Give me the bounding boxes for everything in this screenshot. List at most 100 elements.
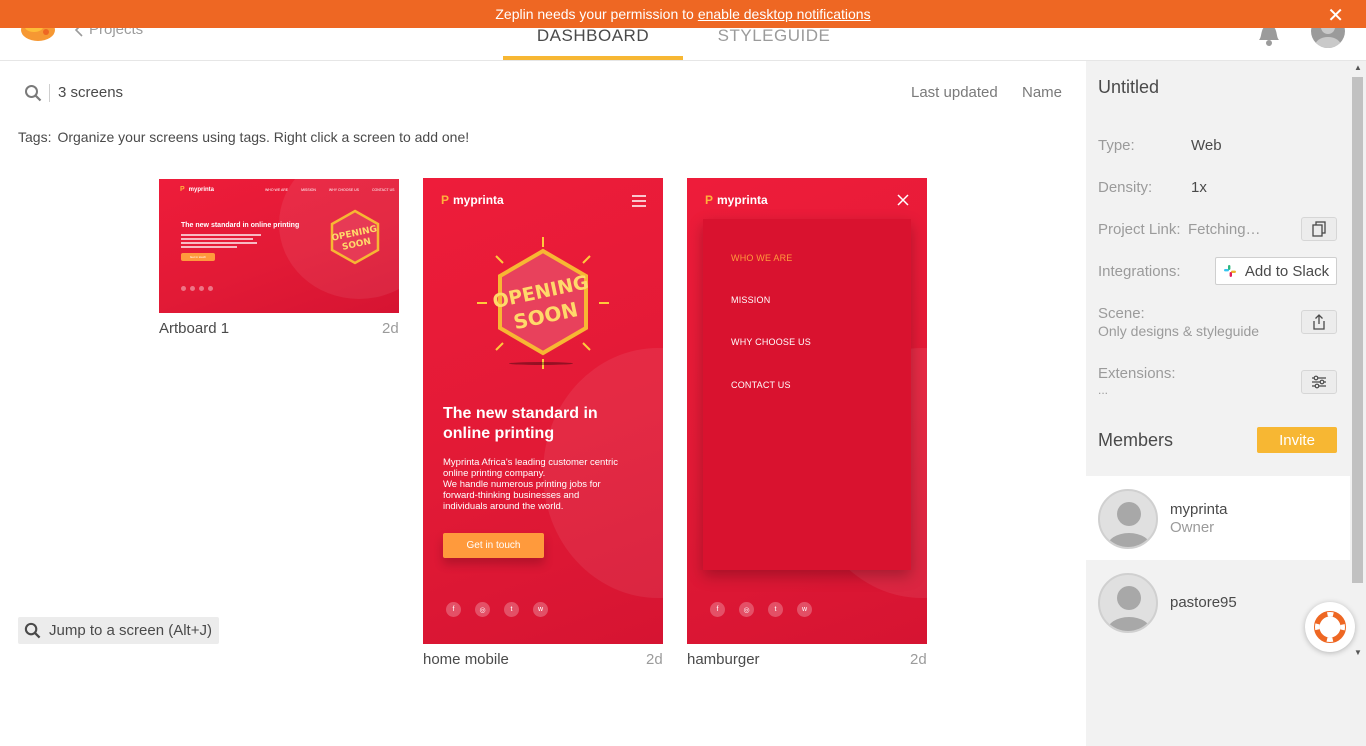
invite-button[interactable]: Invite [1257, 427, 1337, 453]
density-label: Density: [1098, 179, 1153, 196]
design-hero-text-lines [181, 234, 261, 248]
sort-last-updated[interactable]: Last updated [911, 84, 998, 101]
decorative-blob [543, 348, 663, 598]
share-button[interactable] [1301, 310, 1337, 334]
design-brand-logo: Pmyprinta [705, 193, 768, 207]
design-menu-why-choose-us: WHY CHOOSE US [731, 337, 811, 347]
screen-thumbnail-artboard-1[interactable]: Pmyprinta WHO WE ARE MISSION WHY CHOOSE US… [159, 179, 399, 313]
share-icon [1313, 314, 1325, 330]
design-menu-mission: MISSION [731, 295, 771, 305]
scene-label: Scene: [1098, 305, 1145, 322]
slack-icon [1223, 265, 1236, 277]
badge-shadow [509, 362, 573, 365]
add-to-slack-button[interactable]: Add to Slack [1215, 257, 1337, 285]
tab-dashboard[interactable]: DASHBOARD [503, 26, 683, 60]
user-silhouette-icon [1107, 502, 1151, 547]
twitter-icon: t [768, 602, 783, 617]
project-link-label: Project Link: [1098, 221, 1181, 238]
type-label: Type: [1098, 137, 1135, 154]
design-hero-title: The new standard in online printing [181, 222, 300, 229]
tab-styleguide[interactable]: STYLEGUIDE [684, 26, 864, 60]
avatar [1098, 573, 1158, 633]
design-brand-logo: Pmyprinta [441, 193, 504, 207]
opening-soon-badge: OPENING SOON [477, 237, 609, 369]
design-menu-who-we-are: WHO WE ARE [731, 253, 793, 263]
extensions-label: Extensions: [1098, 365, 1176, 382]
enable-notifications-link[interactable]: enable desktop notifications [698, 6, 871, 22]
density-value: 1x [1191, 179, 1207, 196]
screen-count: 3 screens [58, 84, 124, 101]
search-icon[interactable] [24, 84, 42, 102]
search-icon [24, 622, 41, 639]
member-role: Owner [1170, 519, 1215, 536]
user-silhouette-icon [1107, 586, 1151, 631]
members-title: Members [1098, 430, 1174, 450]
screen-thumbnail-home-mobile[interactable]: Pmyprinta OPENING SOON The new standard … [423, 178, 663, 644]
tags-bar: Tags: Organize your screens using tags. R… [18, 129, 469, 145]
sort-name[interactable]: Name [1022, 84, 1062, 101]
design-hero-body-3: We handle numerous printing jobs for [443, 479, 601, 490]
design-hero-body-5: individuals around the world. [443, 501, 564, 512]
design-nav: WHO WE ARE MISSION WHY CHOOSE US CONTACT US [265, 188, 395, 192]
close-icon[interactable]: ✕ [1327, 3, 1344, 28]
design-socials: f ◎ t w [446, 602, 548, 617]
opening-soon-badge: OPENING SOON [331, 209, 380, 265]
screen-updated-home-mobile: 2d [646, 651, 663, 668]
screen-updated-hamburger: 2d [910, 651, 927, 668]
avatar [1098, 489, 1158, 549]
instagram-icon: ◎ [475, 602, 490, 617]
tags-label: Tags: [18, 129, 52, 145]
design-hero-title-line-2: online printing [443, 425, 555, 442]
member-name: pastore95 [1170, 594, 1237, 611]
screen-name-hamburger[interactable]: hamburger [687, 651, 760, 668]
design-brand-logo: Pmyprinta [180, 186, 215, 193]
design-cta-button: Get in touch [443, 533, 544, 558]
type-value: Web [1191, 137, 1222, 154]
scroll-down-icon[interactable]: ▼ [1354, 648, 1362, 657]
extensions-value: ... [1098, 383, 1109, 397]
design-menu-contact-us: CONTACT US [731, 380, 791, 390]
slack-button-label: Add to Slack [1244, 262, 1330, 280]
screen-updated-artboard-1: 2d [382, 320, 399, 337]
copy-icon [1312, 221, 1326, 237]
close-menu-icon [897, 194, 909, 206]
facebook-icon: f [710, 602, 725, 617]
toolbar-divider [49, 84, 50, 102]
design-hero-title-line-1: The new standard in [443, 405, 598, 422]
notification-text: Zeplin needs your permission to [495, 6, 694, 22]
design-socials [181, 286, 213, 291]
jump-label: Jump to a screen (Alt+J) [49, 622, 212, 639]
extensions-settings-button[interactable] [1301, 370, 1337, 394]
help-lifebuoy-button[interactable] [1305, 602, 1355, 652]
design-cta-button: Get in touch [181, 253, 215, 261]
copy-link-button[interactable] [1301, 217, 1337, 241]
screen-name-home-mobile[interactable]: home mobile [423, 651, 509, 668]
whatsapp-icon: w [533, 602, 548, 617]
facebook-icon: f [446, 602, 461, 617]
sidebar-scrollbar[interactable]: ▲ ▼ [1350, 61, 1366, 746]
design-socials: f ◎ t w [710, 602, 812, 617]
design-hero-body-4: forward-thinking businesses and [443, 490, 580, 501]
tags-hint: Organize your screens using tags. Right … [57, 129, 470, 145]
twitter-icon: t [504, 602, 519, 617]
project-title[interactable]: Untitled [1098, 77, 1159, 98]
screen-name-artboard-1[interactable]: Artboard 1 [159, 320, 229, 337]
whatsapp-icon: w [797, 602, 812, 617]
scrollbar-thumb[interactable] [1352, 77, 1363, 583]
lifebuoy-icon [1314, 611, 1346, 643]
member-row[interactable]: myprinta Owner [1086, 476, 1350, 560]
instagram-icon: ◎ [739, 602, 754, 617]
jump-to-screen-button[interactable]: Jump to a screen (Alt+J) [18, 617, 219, 644]
integrations-label: Integrations: [1098, 263, 1181, 280]
screen-thumbnail-hamburger[interactable]: Pmyprinta WHO WE ARE MISSION WHY CHOOSE … [687, 178, 927, 644]
notification-banner: Zeplin needs your permission to enable d… [0, 0, 1366, 28]
member-name: myprinta [1170, 501, 1228, 518]
scene-value: Only designs & styleguide [1098, 323, 1260, 339]
scroll-up-icon[interactable]: ▲ [1354, 63, 1362, 72]
design-hero-body-1: Myprinta Africa's leading customer centr… [443, 457, 618, 468]
design-menu-panel [703, 219, 911, 570]
design-hero-body-2: online printing company. [443, 468, 546, 479]
sliders-icon [1312, 375, 1326, 389]
project-link-value: Fetching… [1188, 221, 1261, 238]
hamburger-menu-icon [632, 195, 646, 207]
